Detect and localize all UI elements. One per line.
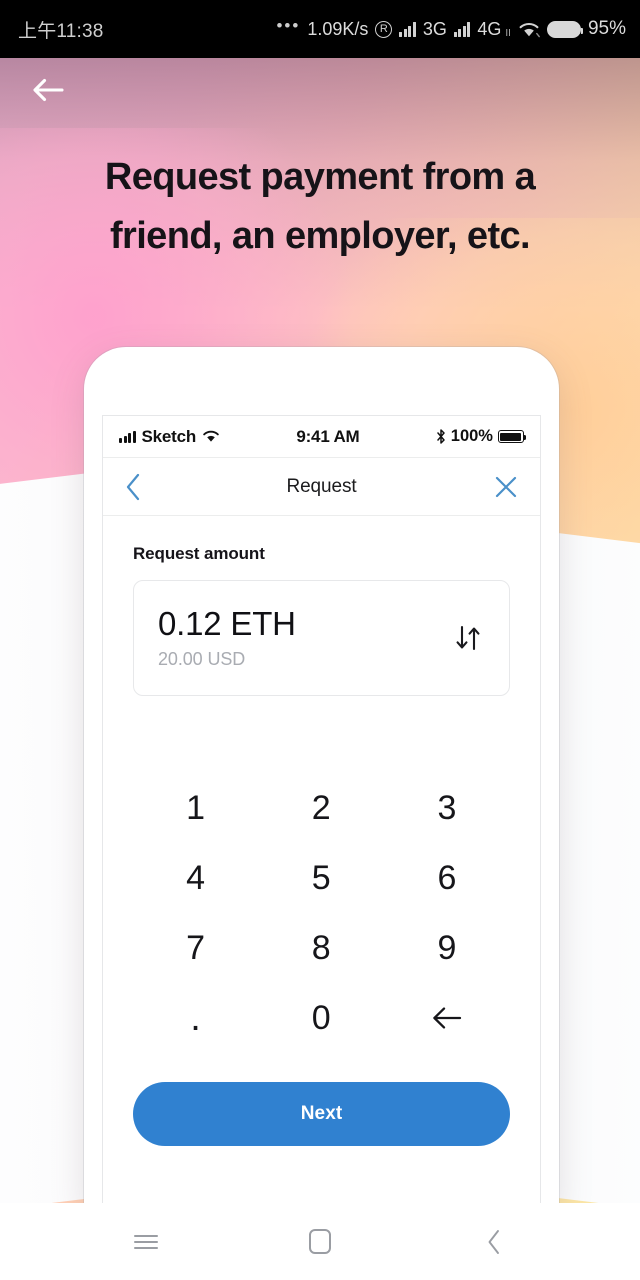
- key-5[interactable]: 5: [259, 854, 385, 902]
- backspace-arrow-icon: [433, 1007, 462, 1029]
- mock-battery-percent-label: 100%: [450, 427, 493, 445]
- key-3[interactable]: 3: [384, 784, 510, 832]
- page-headline: Request payment from a friend, an employ…: [0, 148, 640, 266]
- key-7[interactable]: 7: [133, 924, 259, 972]
- mock-ios-status-bar: Sketch 9:41 AM 100%: [103, 416, 540, 458]
- next-button[interactable]: Next: [133, 1082, 510, 1146]
- close-x-icon: [495, 476, 517, 497]
- phone-mockup: Sketch 9:41 AM 100% Request Request amou…: [84, 347, 559, 1207]
- wifi-icon: [202, 430, 220, 443]
- sim2-network-label: 4G: [477, 18, 502, 39]
- key-2[interactable]: 2: [259, 784, 385, 832]
- key-9[interactable]: 9: [384, 924, 510, 972]
- phone-screen: Sketch 9:41 AM 100% Request Request amou…: [102, 415, 541, 1207]
- roaming-icon: R: [375, 20, 393, 38]
- chevron-left-icon: [488, 1229, 499, 1254]
- amount-secondary-value: 20.00 USD: [158, 648, 246, 669]
- request-amount-label: Request amount: [133, 544, 265, 563]
- amount-values: 0.12 ETH 20.00 USD: [158, 605, 451, 670]
- screen-root: 上午11:38 ••• 1.09K/s R 3G 4G II 95% Reque…: [0, 0, 640, 1280]
- android-nav-bar: [0, 1203, 640, 1280]
- amount-primary-value: 0.12 ETH: [158, 605, 296, 643]
- sim2-network-sub-label: II: [505, 27, 511, 39]
- app-nav-title: Request: [286, 475, 357, 497]
- mock-status-time: 9:41 AM: [296, 426, 360, 446]
- key-backspace[interactable]: [384, 994, 510, 1042]
- sim1-signal-bars-icon: [399, 21, 416, 37]
- key-4[interactable]: 4: [133, 854, 259, 902]
- key-1[interactable]: 1: [133, 784, 259, 832]
- home-square-icon: [309, 1229, 331, 1254]
- wifi-icon: [518, 21, 540, 38]
- numeric-keypad: 1 2 3 4 5 6 7 8 9 . 0: [133, 784, 510, 1042]
- network-speed-label: 1.09K/s: [307, 18, 369, 39]
- app-content: Request amount 0.12 ETH 20.00 USD 1 2 3 …: [103, 544, 540, 1146]
- overflow-dots-icon: •••: [276, 16, 301, 35]
- amount-input-field[interactable]: 0.12 ETH 20.00 USD: [133, 580, 510, 696]
- app-close-button[interactable]: [494, 475, 518, 499]
- app-nav-bar: Request: [103, 458, 540, 516]
- arrow-left-icon: [33, 78, 64, 102]
- app-back-button[interactable]: [125, 473, 141, 501]
- nav-recents-button[interactable]: [118, 1214, 174, 1270]
- key-decimal[interactable]: .: [133, 994, 259, 1042]
- battery-icon: [546, 20, 583, 38]
- status-right-cluster: ••• 1.09K/s R 3G 4G II 95%: [276, 16, 626, 40]
- bluetooth-icon: [436, 429, 446, 444]
- mock-status-left: Sketch: [119, 427, 220, 447]
- headline-line-1: Request payment from a: [104, 156, 536, 198]
- status-clock: 上午11:38: [18, 20, 104, 42]
- carrier-label: Sketch: [141, 426, 197, 446]
- sim2-signal-bars-icon: [453, 21, 471, 37]
- swap-vertical-icon: [456, 625, 480, 651]
- swap-currency-button[interactable]: [451, 624, 485, 652]
- menu-lines-icon: [134, 1231, 158, 1253]
- headline-line-2: friend, an employer, etc.: [109, 214, 531, 257]
- mock-status-right: 100%: [436, 427, 527, 446]
- battery-percent-label: 95%: [587, 18, 626, 39]
- cellular-bars-icon: [119, 430, 136, 443]
- nav-back-button[interactable]: [466, 1214, 522, 1270]
- battery-icon: [497, 430, 527, 443]
- sim1-network-label: 3G: [422, 18, 447, 39]
- key-8[interactable]: 8: [259, 924, 385, 972]
- key-0[interactable]: 0: [259, 994, 385, 1042]
- chevron-left-icon: [126, 473, 140, 500]
- nav-home-button[interactable]: [292, 1214, 348, 1270]
- back-button[interactable]: [26, 68, 70, 112]
- key-6[interactable]: 6: [384, 854, 510, 902]
- system-status-bar: 上午11:38 ••• 1.09K/s R 3G 4G II 95%: [0, 0, 640, 58]
